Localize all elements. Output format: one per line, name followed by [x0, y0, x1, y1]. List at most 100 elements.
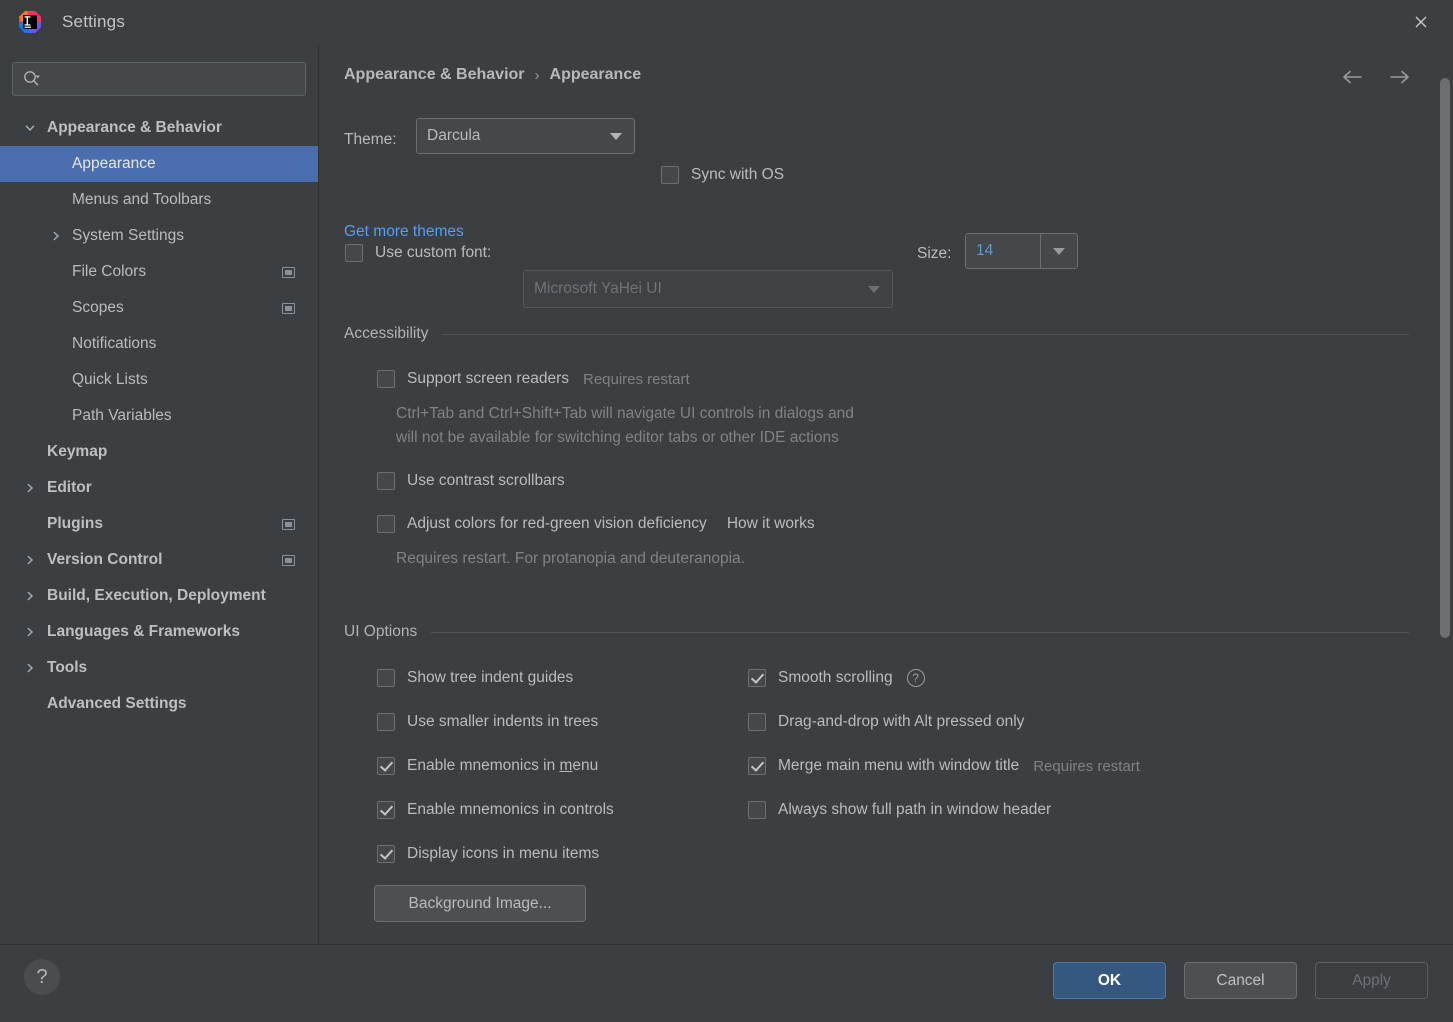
font-size-stepper-button[interactable] — [1040, 233, 1078, 269]
search-box[interactable] — [12, 62, 306, 96]
support-screen-readers-description-line1: Ctrl+Tab and Ctrl+Shift+Tab will navigat… — [396, 405, 854, 422]
support-screen-readers-row[interactable]: Support screen readers Requires restart — [377, 370, 690, 388]
chevron-right-icon[interactable] — [22, 552, 38, 568]
show-tree-indent-guides-label: Show tree indent guides — [407, 669, 574, 686]
ok-button[interactable]: OK — [1053, 962, 1166, 999]
smooth-scrolling-row[interactable]: Smooth scrolling ? — [748, 669, 925, 687]
support-screen-readers-note: Requires restart — [582, 370, 690, 388]
breadcrumb-separator-icon: › — [534, 66, 540, 84]
theme-label: Theme: — [344, 131, 397, 148]
sidebar-item-notifications[interactable]: Notifications — [0, 326, 318, 362]
arrow-left-icon[interactable] — [1341, 66, 1363, 88]
use-custom-font-label: Use custom font: — [375, 244, 492, 261]
always-show-full-path-checkbox[interactable] — [748, 801, 766, 819]
sidebar-item-appearance-and-behavior[interactable]: Appearance & Behavior — [0, 110, 318, 146]
sidebar-item-build-execution-deployment[interactable]: Build, Execution, Deployment — [0, 578, 318, 614]
enable-mnemonics-in-controls-row[interactable]: Enable mnemonics in controls — [377, 801, 614, 819]
support-screen-readers-checkbox[interactable] — [377, 370, 395, 388]
theme-dropdown[interactable]: Darcula — [416, 118, 635, 154]
get-more-themes-link[interactable]: Get more themes — [344, 223, 464, 241]
settings-sidebar: Appearance & Behavior Appearance Menus a… — [0, 44, 319, 944]
show-tree-indent-guides-checkbox[interactable] — [377, 669, 395, 687]
use-contrast-scrollbars-label: Use contrast scrollbars — [407, 472, 565, 489]
chevron-right-icon[interactable] — [22, 660, 38, 676]
help-icon[interactable]: ? — [906, 669, 925, 687]
help-button[interactable]: ? — [24, 959, 60, 995]
use-smaller-indents-checkbox[interactable] — [377, 713, 395, 731]
sidebar-item-file-colors[interactable]: File Colors — [0, 254, 318, 290]
merge-main-menu-row[interactable]: Merge main menu with window title Requir… — [748, 757, 1140, 775]
smooth-scrolling-checkbox[interactable] — [748, 669, 766, 687]
search-input[interactable] — [42, 71, 305, 87]
use-contrast-scrollbars-row[interactable]: Use contrast scrollbars — [377, 472, 565, 490]
drag-and-drop-alt-checkbox[interactable] — [748, 713, 766, 731]
content-vertical-scrollbar[interactable] — [1440, 78, 1450, 638]
adjust-colors-row[interactable]: Adjust colors for red-green vision defic… — [377, 515, 815, 533]
arrow-right-icon[interactable] — [1389, 66, 1411, 88]
use-custom-font-checkbox[interactable] — [345, 244, 363, 262]
use-custom-font-row[interactable]: Use custom font: — [345, 244, 491, 262]
sidebar-item-label: Keymap — [47, 443, 108, 460]
intellij-idea-logo — [18, 10, 42, 34]
chevron-right-icon[interactable] — [48, 228, 64, 244]
display-icons-in-menu-items-checkbox[interactable] — [377, 845, 395, 863]
window-title: Settings — [62, 12, 126, 31]
sidebar-item-editor[interactable]: Editor — [0, 470, 318, 506]
accessibility-group-title: Accessibility — [344, 325, 429, 342]
sidebar-item-label: System Settings — [72, 227, 184, 244]
navigation-buttons — [1341, 66, 1411, 88]
sidebar-item-label: Quick Lists — [72, 371, 148, 388]
merge-main-menu-checkbox[interactable] — [748, 757, 766, 775]
show-tree-indent-guides-row[interactable]: Show tree indent guides — [377, 669, 573, 687]
enable-mnemonics-in-controls-label: Enable mnemonics in controls — [407, 801, 614, 818]
sidebar-item-quick-lists[interactable]: Quick Lists — [0, 362, 318, 398]
background-image-button[interactable]: Background Image... — [374, 885, 586, 922]
enable-mnemonics-in-controls-checkbox[interactable] — [377, 801, 395, 819]
title-bar: Settings — [0, 0, 1453, 45]
sidebar-item-version-control[interactable]: Version Control — [0, 542, 318, 578]
configurable-indicator-icon — [282, 554, 295, 566]
chevron-right-icon[interactable] — [22, 624, 38, 640]
smooth-scrolling-label: Smooth scrolling — [778, 669, 893, 686]
sidebar-item-tools[interactable]: Tools — [0, 650, 318, 686]
chevron-down-icon[interactable] — [22, 120, 38, 136]
sidebar-item-system-settings[interactable]: System Settings — [0, 218, 318, 254]
display-icons-in-menu-items-row[interactable]: Display icons in menu items — [377, 845, 599, 863]
sidebar-item-label: Plugins — [47, 515, 103, 532]
breadcrumb: Appearance & Behavior › Appearance — [344, 66, 641, 84]
enable-mnemonics-in-menu-checkbox[interactable] — [377, 757, 395, 775]
sidebar-item-languages-and-frameworks[interactable]: Languages & Frameworks — [0, 614, 318, 650]
sidebar-item-menus-and-toolbars[interactable]: Menus and Toolbars — [0, 182, 318, 218]
how-it-works-link[interactable]: How it works — [727, 515, 815, 533]
adjust-colors-checkbox[interactable] — [377, 515, 395, 533]
chevron-right-icon[interactable] — [22, 480, 38, 496]
apply-button: Apply — [1315, 962, 1428, 999]
sync-with-os-checkbox[interactable] — [661, 166, 679, 184]
font-size-input[interactable]: 14 — [965, 233, 1040, 269]
sidebar-item-advanced-settings[interactable]: Advanced Settings — [0, 686, 318, 722]
breadcrumb-root[interactable]: Appearance & Behavior — [344, 66, 525, 84]
font-size-label: Size: — [917, 245, 952, 262]
group-divider — [442, 333, 1409, 335]
close-icon[interactable] — [1407, 8, 1435, 36]
always-show-full-path-row[interactable]: Always show full path in window header — [748, 801, 1051, 819]
use-contrast-scrollbars-checkbox[interactable] — [377, 472, 395, 490]
chevron-down-icon — [610, 133, 622, 140]
settings-tree: Appearance & Behavior Appearance Menus a… — [0, 110, 318, 722]
sidebar-item-keymap[interactable]: Keymap — [0, 434, 318, 470]
enable-mnemonics-in-menu-row[interactable]: Enable mnemonics in menu — [377, 757, 598, 775]
chevron-right-icon[interactable] — [22, 588, 38, 604]
drag-and-drop-alt-row[interactable]: Drag-and-drop with Alt pressed only — [748, 713, 1024, 731]
dialog-footer: ? OK Cancel Apply — [0, 944, 1453, 1022]
custom-font-dropdown[interactable]: Microsoft YaHei UI — [523, 270, 893, 308]
drag-and-drop-alt-label: Drag-and-drop with Alt pressed only — [778, 713, 1025, 730]
sidebar-item-path-variables[interactable]: Path Variables — [0, 398, 318, 434]
sidebar-item-plugins[interactable]: Plugins — [0, 506, 318, 542]
sidebar-item-scopes[interactable]: Scopes — [0, 290, 318, 326]
sync-with-os-row[interactable]: Sync with OS — [661, 166, 784, 184]
cancel-button[interactable]: Cancel — [1184, 962, 1297, 999]
sidebar-item-label: Build, Execution, Deployment — [47, 587, 266, 604]
accessibility-group-header: Accessibility — [344, 325, 1409, 343]
sidebar-item-appearance[interactable]: Appearance — [0, 146, 318, 182]
use-smaller-indents-row[interactable]: Use smaller indents in trees — [377, 713, 598, 731]
